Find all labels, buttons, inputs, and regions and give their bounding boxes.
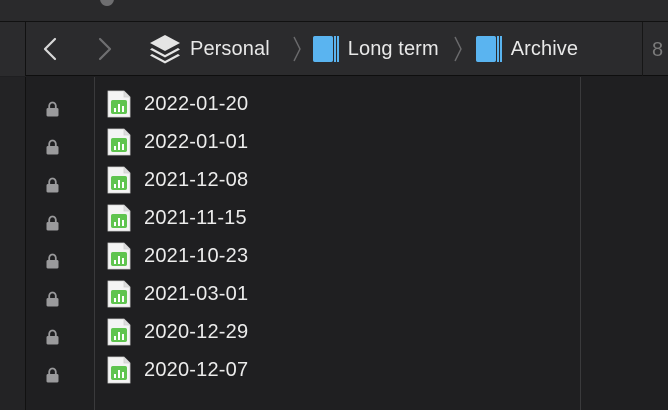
lock-row bbox=[26, 168, 95, 206]
file-list: 2022-01-20 2022-01-01 2021-12-08 2021-11-15… bbox=[96, 85, 581, 389]
toolbar-overflow: 8 bbox=[652, 39, 664, 61]
breadcrumb-personal[interactable]: Personal bbox=[148, 33, 270, 65]
file-row[interactable]: 2021-12-08 bbox=[96, 161, 581, 199]
breadcrumb-label: Personal bbox=[190, 37, 270, 60]
lock-row bbox=[26, 282, 95, 320]
chevron-left-icon bbox=[43, 37, 57, 61]
breadcrumb-archive[interactable]: Archive bbox=[475, 34, 578, 64]
numbers-document-icon bbox=[107, 166, 131, 194]
lock-icon bbox=[46, 367, 59, 388]
title-bar bbox=[0, 0, 668, 22]
lock-icon bbox=[46, 291, 59, 312]
back-button[interactable] bbox=[37, 35, 63, 63]
breadcrumb-label: Archive bbox=[510, 37, 579, 60]
breadcrumb-label: Long term bbox=[347, 37, 439, 60]
sidebar-pane bbox=[0, 77, 26, 410]
file-name: 2021-11-15 bbox=[144, 206, 247, 229]
numbers-document-icon bbox=[107, 280, 131, 308]
file-row[interactable]: 2022-01-01 bbox=[96, 123, 581, 161]
stack-icon bbox=[150, 35, 180, 64]
file-row[interactable]: 2021-11-15 bbox=[96, 199, 581, 237]
finder-window: Personal Long term Archive 8 2022-01-20 … bbox=[0, 0, 668, 410]
folder-blue-icon bbox=[312, 36, 339, 62]
lock-row bbox=[26, 320, 95, 358]
file-name: 2021-10-23 bbox=[144, 244, 249, 267]
lock-icon bbox=[46, 139, 59, 160]
numbers-document-icon bbox=[107, 90, 131, 118]
file-name: 2021-03-01 bbox=[144, 282, 249, 305]
sidebar-toolbar-area bbox=[0, 22, 26, 76]
numbers-document-icon bbox=[107, 128, 131, 156]
file-name: 2020-12-07 bbox=[144, 358, 249, 381]
file-name: 2020-12-29 bbox=[144, 320, 249, 343]
lock-icon bbox=[46, 177, 59, 198]
chevron-right-icon bbox=[98, 37, 112, 61]
lock-icon bbox=[46, 215, 59, 236]
numbers-document-icon bbox=[107, 204, 131, 232]
file-row[interactable]: 2022-01-20 bbox=[96, 85, 581, 123]
lock-row bbox=[26, 206, 95, 244]
file-column: 2022-01-20 2022-01-01 2021-12-08 2021-11-15… bbox=[96, 77, 581, 410]
lock-column bbox=[26, 77, 95, 410]
file-row[interactable]: 2021-03-01 bbox=[96, 275, 581, 313]
preview-pane bbox=[582, 77, 668, 410]
lock-row bbox=[26, 244, 95, 282]
file-name: 2022-01-01 bbox=[144, 130, 249, 153]
numbers-document-icon bbox=[107, 242, 131, 270]
numbers-document-icon bbox=[107, 318, 131, 346]
file-row[interactable]: 2020-12-07 bbox=[96, 351, 581, 389]
lock-row bbox=[26, 92, 95, 130]
file-row[interactable]: 2021-10-23 bbox=[96, 237, 581, 275]
lock-icon bbox=[46, 253, 59, 274]
toolbar-divider bbox=[642, 22, 643, 76]
lock-icon bbox=[46, 101, 59, 122]
forward-button[interactable] bbox=[92, 35, 118, 63]
file-row[interactable]: 2020-12-29 bbox=[96, 313, 581, 351]
folder-blue-icon bbox=[475, 36, 502, 62]
lock-row bbox=[26, 130, 95, 168]
chevron-right-icon bbox=[292, 35, 302, 63]
window-control[interactable] bbox=[100, 0, 114, 6]
lock-icon bbox=[46, 329, 59, 350]
lock-row bbox=[26, 358, 95, 396]
breadcrumb: Personal Long term Archive bbox=[148, 22, 578, 76]
file-name: 2021-12-08 bbox=[144, 168, 249, 191]
breadcrumb-long-term[interactable]: Long term bbox=[312, 34, 439, 64]
numbers-document-icon bbox=[107, 356, 131, 384]
chevron-right-icon bbox=[453, 35, 463, 63]
toolbar: Personal Long term Archive 8 bbox=[0, 22, 668, 76]
file-name: 2022-01-20 bbox=[144, 92, 249, 115]
lock-list bbox=[26, 92, 95, 396]
